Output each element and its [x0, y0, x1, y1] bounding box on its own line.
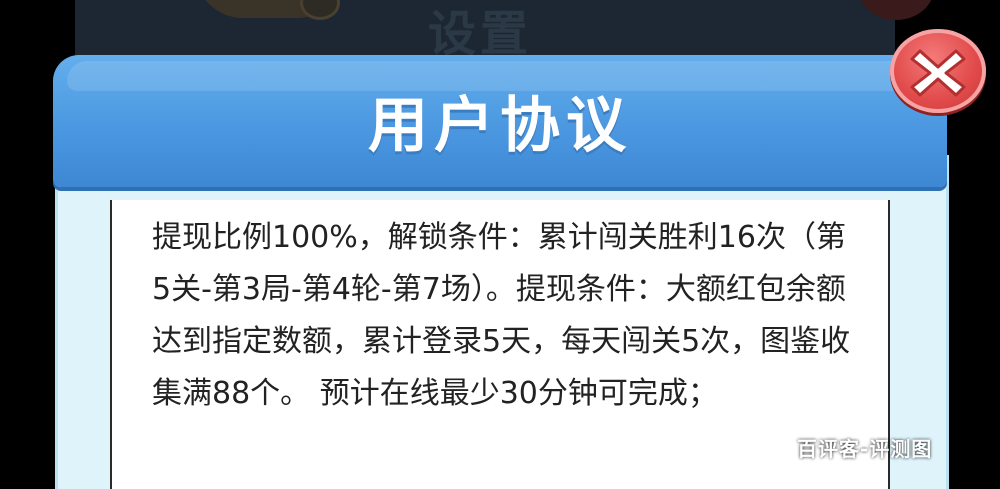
agreement-text: 提现比例100%，解锁条件：累计闯关胜利16次（第5关-第3局-第4轮-第7场）…: [152, 220, 851, 411]
close-x-icon: [910, 49, 966, 97]
close-button[interactable]: [890, 29, 986, 113]
dialog-title: 用户协议: [368, 91, 632, 161]
user-agreement-dialog: 用户协议 提现比例100%，解锁条件：累计闯关胜利16次（第5关-第3局-第4轮…: [53, 55, 949, 489]
screen: 设置 用户协议 提现比例100%，解锁条件：累计闯关胜利16次（第5关-第3局-…: [0, 0, 1000, 489]
watermark: 百评客-评测图: [797, 437, 933, 461]
dialog-header: 用户协议: [53, 55, 947, 187]
agreement-content-area[interactable]: 提现比例100%，解锁条件：累计闯关胜利16次（第5关-第3局-第4轮-第7场）…: [110, 200, 890, 489]
